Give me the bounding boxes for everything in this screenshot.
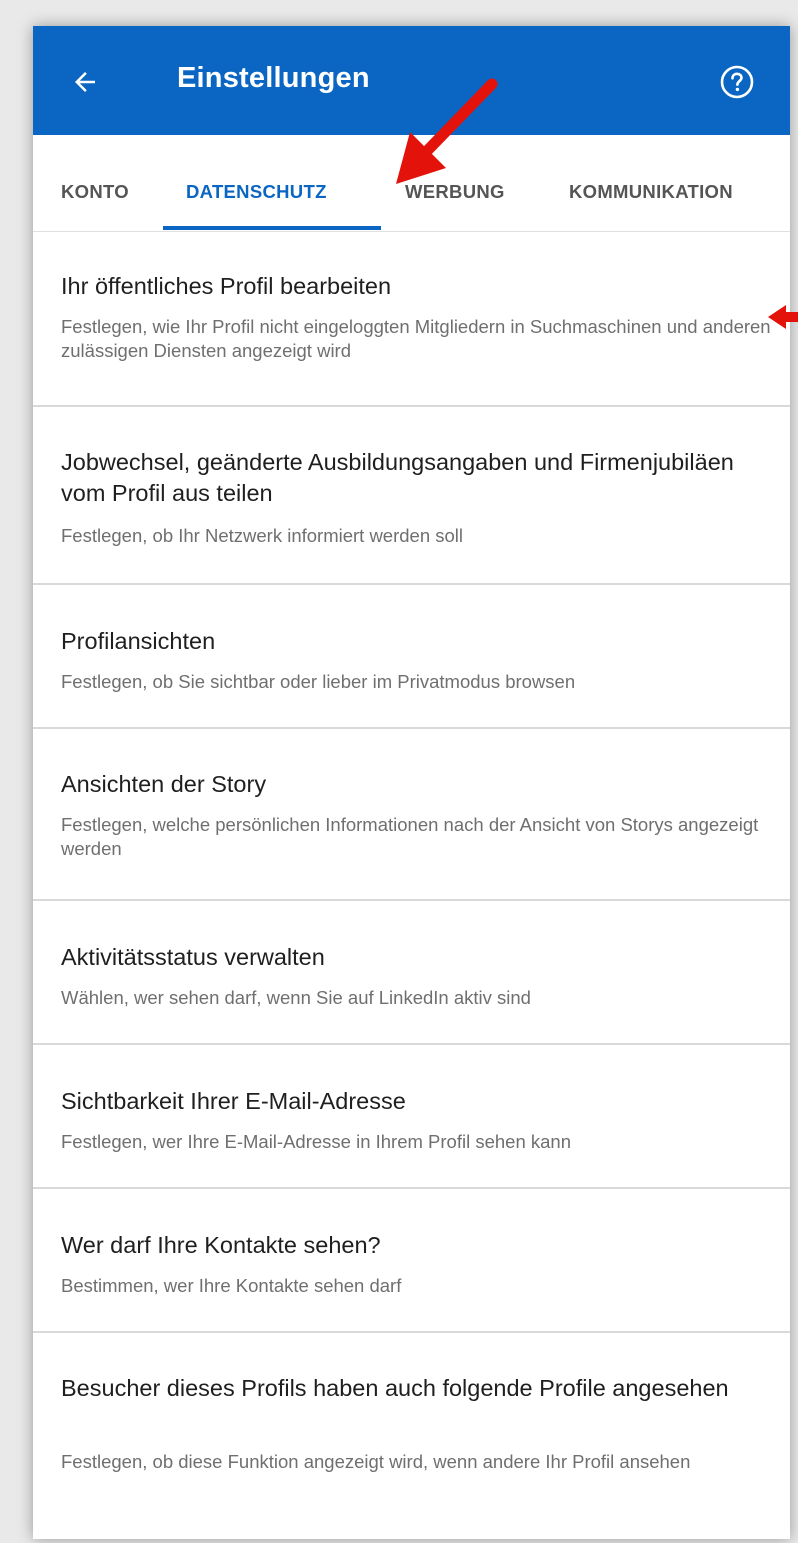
- annotation-arrow-icon: [396, 78, 498, 184]
- setting-title: Besucher dieses Profils haben auch folge…: [61, 1375, 729, 1401]
- setting-title: Wer darf Ihre Kontakte sehen?: [61, 1232, 381, 1258]
- tab-konto[interactable]: KONTO: [61, 181, 129, 203]
- back-button[interactable]: [63, 60, 107, 104]
- setting-story-views[interactable]: Ansichten der Story Festlegen, welche pe…: [33, 729, 790, 901]
- annotation-arrow-icon: [768, 305, 798, 329]
- setting-title: Sichtbarkeit Ihrer E-Mail-Adresse: [61, 1088, 406, 1114]
- active-tab-indicator: [163, 226, 381, 230]
- setting-public-profile[interactable]: Ihr öffentliches Profil bearbeiten Festl…: [33, 231, 790, 407]
- setting-email-visibility[interactable]: Sichtbarkeit Ihrer E-Mail-Adresse Festle…: [33, 1045, 790, 1189]
- setting-description: Bestimmen, wer Ihre Kontakte sehen darf: [61, 1275, 402, 1296]
- setting-title: Aktivitätsstatus verwalten: [61, 944, 325, 970]
- setting-description: Festlegen, wer Ihre E-Mail-Adresse in Ih…: [61, 1131, 571, 1152]
- phone-screen: Einstellungen KONTO DATENSCHUTZ WERBUNG …: [33, 26, 790, 1539]
- setting-description: Wählen, wer sehen darf, wenn Sie auf Lin…: [61, 987, 531, 1008]
- setting-connections-visibility[interactable]: Wer darf Ihre Kontakte sehen? Bestimmen,…: [33, 1189, 790, 1333]
- setting-title: Jobwechsel, geänderte Ausbildungsangaben…: [61, 449, 734, 506]
- arrow-left-icon: [75, 72, 95, 92]
- setting-description: Festlegen, ob Sie sichtbar oder lieber i…: [61, 671, 576, 692]
- setting-title: Ansichten der Story: [61, 771, 267, 797]
- help-circle-icon: [720, 65, 754, 99]
- setting-description: Festlegen, ob diese Funktion angezeigt w…: [61, 1451, 691, 1472]
- setting-profile-views[interactable]: Profilansichten Festlegen, ob Sie sichtb…: [33, 585, 790, 729]
- tab-datenschutz[interactable]: DATENSCHUTZ: [186, 181, 327, 203]
- setting-title: Profilansichten: [61, 628, 216, 654]
- help-button[interactable]: [717, 62, 757, 102]
- page-title: Einstellungen: [177, 62, 370, 94]
- setting-share-profile-updates[interactable]: Jobwechsel, geänderte Ausbildungsangaben…: [33, 407, 790, 585]
- setting-title: Ihr öffentliches Profil bearbeiten: [61, 273, 392, 299]
- tab-kommunikation[interactable]: KOMMUNIKATION: [569, 181, 733, 203]
- setting-description: Festlegen, wie Ihr Profil nicht eingelog…: [61, 316, 771, 361]
- setting-viewers-also-viewed[interactable]: Besucher dieses Profils haben auch folge…: [33, 1333, 790, 1539]
- setting-description: Festlegen, ob Ihr Netzwerk informiert we…: [61, 525, 464, 546]
- setting-activity-status[interactable]: Aktivitätsstatus verwalten Wählen, wer s…: [33, 901, 790, 1045]
- setting-description: Festlegen, welche persönlichen Informati…: [61, 814, 759, 859]
